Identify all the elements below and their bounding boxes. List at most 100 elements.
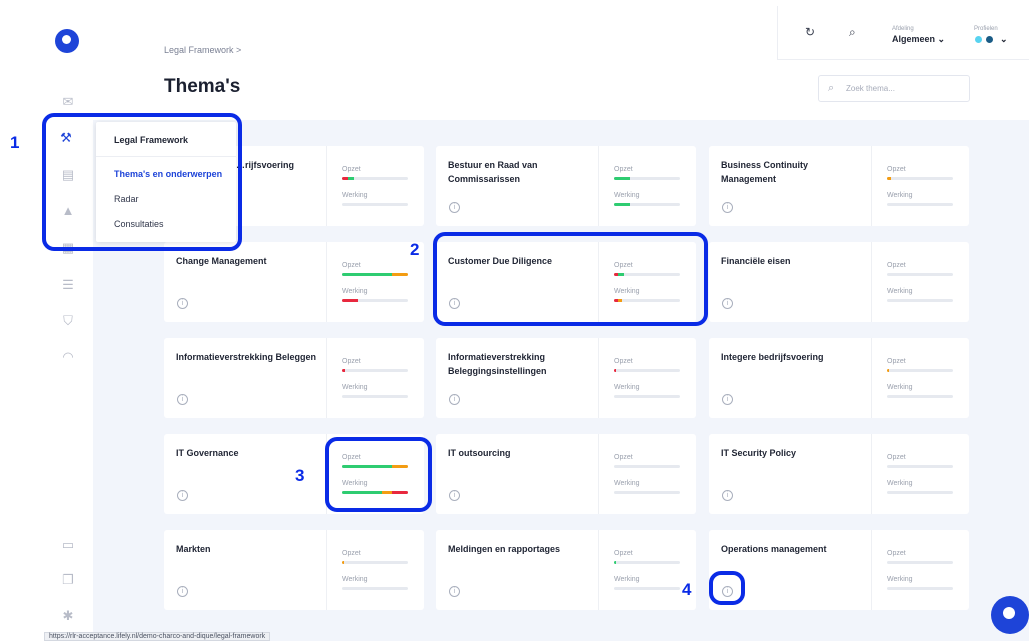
theme-card[interactable]: Business Continuity Management i Opzet W…	[709, 146, 969, 226]
werking-label: Werking	[887, 384, 913, 391]
theme-card[interactable]: Informatieverstrekking Beleggen i Opzet …	[164, 338, 424, 418]
mail-icon[interactable]: ✉	[60, 94, 76, 110]
search-input[interactable]: ⌕ Zoek thema...	[818, 75, 970, 102]
opzet-bar	[887, 273, 953, 276]
divider	[871, 434, 872, 514]
theme-card[interactable]: IT outsourcing i Opzet Werking	[436, 434, 696, 514]
theme-card[interactable]: Integere bedrijfsvoering i Opzet Werking	[709, 338, 969, 418]
search-icon[interactable]: ⌕	[849, 25, 856, 40]
werking-label: Werking	[887, 480, 913, 487]
info-icon[interactable]: i	[177, 490, 188, 501]
card-title: Bestuur en Raad van Commissarissen	[448, 160, 538, 184]
opzet-bar	[614, 369, 680, 372]
werking-label: Werking	[887, 192, 913, 199]
opzet-bar	[342, 177, 408, 180]
werking-label: Werking	[614, 384, 640, 391]
werking-label: Werking	[614, 480, 640, 487]
theme-card[interactable]: Financiële eisen i Opzet Werking	[709, 242, 969, 322]
info-icon[interactable]: i	[722, 394, 733, 405]
werking-label: Werking	[342, 576, 368, 583]
opzet-bar	[887, 465, 953, 468]
card-title: Operations management	[721, 544, 827, 554]
theme-card[interactable]: Bestuur en Raad van Commissarissen i Opz…	[436, 146, 696, 226]
info-icon[interactable]: i	[449, 490, 460, 501]
opzet-label: Opzet	[614, 454, 633, 461]
card-title: IT outsourcing	[448, 448, 511, 458]
info-icon[interactable]: i	[449, 394, 460, 405]
info-icon[interactable]: i	[449, 586, 460, 597]
divider	[598, 146, 599, 226]
afdeling-select[interactable]: Algemeen ⌄	[892, 34, 945, 45]
info-icon[interactable]: i	[722, 490, 733, 501]
annotation-number-4: 4	[682, 580, 692, 599]
card-title: Financiële eisen	[721, 256, 791, 266]
opzet-bar	[342, 369, 408, 372]
search-icon: ⌕	[828, 82, 835, 94]
divider	[871, 146, 872, 226]
settings-icon[interactable]: ✱	[60, 608, 76, 624]
afdeling-label: Afdeling	[892, 26, 914, 32]
werking-label: Werking	[342, 192, 368, 199]
opzet-label: Opzet	[342, 358, 361, 365]
chat-button[interactable]	[991, 596, 1029, 634]
opzet-bar	[887, 561, 953, 564]
info-icon[interactable]: i	[177, 394, 188, 405]
opzet-bar	[614, 465, 680, 468]
werking-bar	[887, 299, 953, 302]
werking-label: Werking	[342, 384, 368, 391]
shield-icon[interactable]: ⛉	[60, 313, 76, 329]
opzet-label: Opzet	[887, 166, 906, 173]
werking-bar	[342, 299, 408, 302]
annotation-box-2	[433, 232, 708, 326]
annotation-box-4	[709, 571, 745, 605]
profielen-label: Profielen	[974, 26, 998, 32]
theme-card[interactable]: Operations management i Opzet Werking	[709, 530, 969, 610]
app-logo[interactable]	[55, 29, 79, 53]
card-title: Markten	[176, 544, 211, 554]
werking-bar	[342, 395, 408, 398]
annotation-number-2: 2	[410, 240, 420, 259]
info-icon[interactable]: i	[449, 202, 460, 213]
info-icon[interactable]: i	[177, 586, 188, 597]
copy-icon[interactable]: ❐	[60, 572, 76, 588]
divider	[326, 242, 327, 322]
card-title: Meldingen en rapportages	[448, 544, 561, 554]
document-icon[interactable]: ▭	[60, 537, 76, 553]
werking-bar	[887, 395, 953, 398]
divider	[871, 338, 872, 418]
theme-card[interactable]: Informatieverstrekking Beleggingsinstell…	[436, 338, 696, 418]
opzet-bar	[342, 273, 408, 276]
info-icon[interactable]: i	[722, 202, 733, 213]
werking-bar	[614, 395, 680, 398]
divider	[598, 434, 599, 514]
divider	[326, 338, 327, 418]
theme-card[interactable]: Meldingen en rapportages i Opzet Werking	[436, 530, 696, 610]
werking-bar	[342, 203, 408, 206]
opzet-label: Opzet	[887, 358, 906, 365]
profile-dot-dark[interactable]	[986, 36, 993, 43]
left-rail: ✉ ⚒ ▤ ▲ ▦ ☰ ⛉ ◠ ▭ ❐ ✱	[0, 0, 93, 641]
werking-label: Werking	[887, 288, 913, 295]
rss-icon[interactable]: ◠	[60, 349, 76, 365]
page-title: Thema's	[164, 76, 241, 97]
info-icon[interactable]: i	[722, 298, 733, 309]
opzet-bar	[887, 369, 953, 372]
divider	[326, 146, 327, 226]
theme-card[interactable]: Change Management i Opzet Werking	[164, 242, 424, 322]
werking-bar	[614, 491, 680, 494]
card-title: Business Continuity Management	[721, 160, 809, 184]
opzet-label: Opzet	[614, 550, 633, 557]
opzet-label: Opzet	[614, 166, 633, 173]
chevron-down-icon[interactable]: ⌄	[1000, 34, 1008, 45]
profile-dot-light[interactable]	[975, 36, 982, 43]
werking-bar	[342, 587, 408, 590]
breadcrumb[interactable]: Legal Framework >	[164, 45, 241, 55]
refresh-icon[interactable]: ↻	[805, 25, 815, 39]
top-bar: ↻ ⌕ Afdeling Algemeen ⌄ Profielen ⌄	[777, 6, 1029, 60]
checklist-icon[interactable]: ☰	[60, 277, 76, 293]
theme-card[interactable]: IT Security Policy i Opzet Werking	[709, 434, 969, 514]
theme-card[interactable]: Markten i Opzet Werking	[164, 530, 424, 610]
opzet-label: Opzet	[887, 550, 906, 557]
werking-bar	[887, 203, 953, 206]
info-icon[interactable]: i	[177, 298, 188, 309]
